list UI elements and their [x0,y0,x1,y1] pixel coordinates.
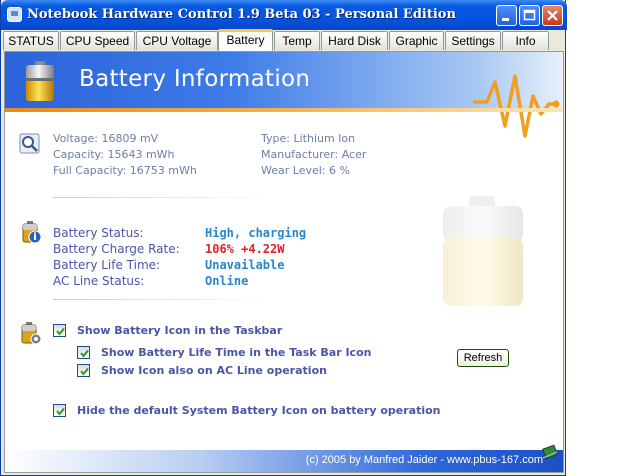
minimize-icon [502,18,509,21]
chip-icon [542,444,558,460]
window-title: Notebook Hardware Control 1.9 Beta 03 - … [27,7,456,22]
banner: Battery Information [5,52,563,138]
show-life-time-checkbox[interactable] [77,346,90,359]
show-on-ac-checkbox[interactable] [77,364,90,377]
battery-status-label: Battery Status: [53,226,144,240]
footer: (c) 2005 by Manfred Jaider - www.pbus-16… [5,450,563,472]
ac-line-label: AC Line Status: [53,274,145,288]
refresh-button[interactable]: Refresh [457,349,509,367]
wear-level-text: Wear Level: 6 % [261,164,350,177]
show-taskbar-icon-checkbox[interactable] [53,324,66,337]
ac-line-value: Online [205,274,249,288]
tab-info[interactable]: Info [502,31,549,50]
show-life-time-label[interactable]: Show Battery Life Time in the Task Bar I… [101,346,371,359]
charge-rate-label: Battery Charge Rate: [53,242,180,256]
manufacturer-text: Manufacturer: Acer [261,148,367,161]
show-taskbar-icon-label[interactable]: Show Battery Icon in the Taskbar [77,324,282,337]
hide-default-checkbox[interactable] [53,404,66,417]
battery-watermark-icon [443,196,523,306]
close-icon [547,10,558,21]
tab-cpu-speed[interactable]: CPU Speed [60,31,135,50]
separator [53,197,273,198]
check-icon [80,367,89,376]
footer-copyright: (c) 2005 by Manfred Jaider - www.pbus-16… [305,454,543,466]
hide-default-label[interactable]: Hide the default System Battery Icon on … [77,404,441,417]
battery-icon [26,61,54,101]
life-time-value: Unavailable [205,258,285,272]
full-capacity-text: Full Capacity: 16753 mWh [53,164,197,177]
life-time-label: Battery Life Time: [53,258,161,272]
tab-battery[interactable]: Battery [218,29,273,51]
tab-status[interactable]: STATUS [3,31,59,50]
tab-settings[interactable]: Settings [445,31,501,50]
battery-panel: Battery Information Voltage: 16809 mV Ca… [4,51,564,473]
voltage-text: Voltage: 16809 mV [53,132,159,145]
separator [53,299,273,300]
battery-info-icon [22,221,42,244]
tab-hard-disk[interactable]: Hard Disk [321,31,388,50]
maximize-icon [523,9,536,21]
app-window: Notebook Hardware Control 1.9 Beta 03 - … [0,0,567,476]
content-area: Voltage: 16809 mV Capacity: 15643 mWh Fu… [5,112,563,472]
tab-cpu-voltage[interactable]: CPU Voltage [136,31,218,50]
type-text: Type: Lithium Ion [261,132,356,145]
check-icon [56,327,65,336]
minimize-button[interactable] [496,5,517,26]
battery-settings-icon [21,322,42,345]
tab-temp[interactable]: Temp [274,31,320,50]
capacity-text: Capacity: 15643 mWh [53,148,175,161]
app-icon[interactable] [7,7,22,22]
charge-rate-value: 106% +4.22W [205,242,285,256]
check-icon [56,407,65,416]
check-icon [80,349,89,358]
title-bar[interactable]: Notebook Hardware Control 1.9 Beta 03 - … [1,0,567,30]
show-on-ac-label[interactable]: Show Icon also on AC Line operation [101,364,327,377]
magnifier-icon [19,133,40,154]
tab-graphic[interactable]: Graphic [389,31,444,50]
maximize-button[interactable] [519,5,540,26]
banner-title: Battery Information [79,66,311,92]
close-button[interactable] [542,5,563,26]
battery-status-value: High, charging [205,226,307,240]
